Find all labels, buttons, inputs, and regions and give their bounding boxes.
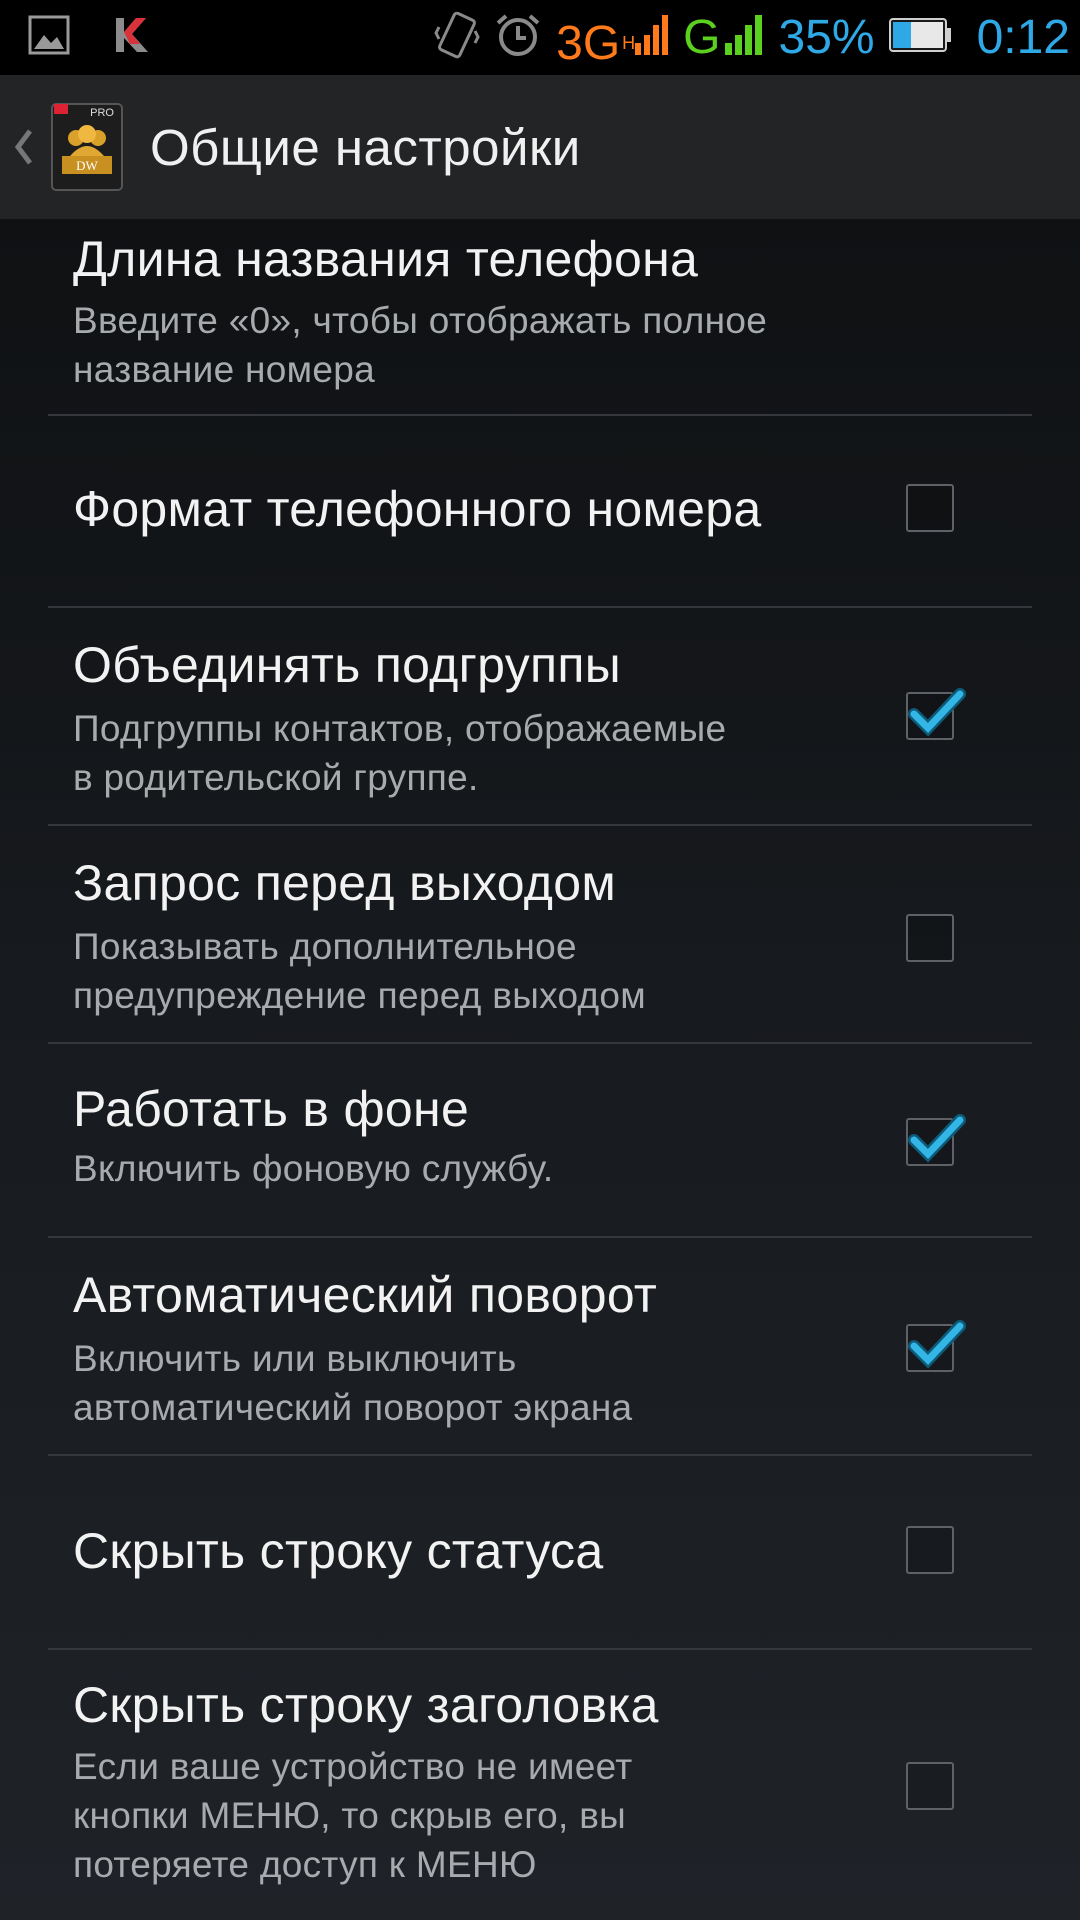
pref-checkbox[interactable] — [906, 1114, 966, 1166]
network-g: G — [683, 11, 721, 64]
vibrate-icon — [434, 9, 480, 66]
battery-percent: 35% — [778, 11, 875, 64]
network-3g: 3G H — [556, 17, 636, 70]
pref-checkbox[interactable] — [906, 688, 966, 740]
checkmark-icon — [908, 688, 966, 737]
battery-icon — [888, 17, 953, 58]
app-icon[interactable]: DW PRO — [48, 100, 126, 194]
pref-title: Длина названия телефона — [73, 231, 699, 287]
pref-phone-number-format[interactable]: Формат телефонного номера — [48, 416, 1032, 608]
pref-summary: Показывать дополнительное предупреждение… — [73, 926, 647, 1016]
status-bar: 3G H G 35% 0:12 — [0, 0, 1080, 75]
pref-summary: Включить или выключить автоматический по… — [73, 1338, 633, 1428]
pref-auto-rotate[interactable]: Автоматический поворот Включить или выкл… — [48, 1238, 1032, 1456]
pref-title: Автоматический поворот — [73, 1267, 658, 1323]
svg-text:DW: DW — [76, 158, 98, 173]
signal-icon — [724, 13, 765, 62]
pref-summary: Включить фоновую службу. — [73, 1148, 554, 1189]
pref-title: Объединять подгруппы — [73, 637, 621, 693]
gallery-icon — [28, 15, 70, 60]
pref-title: Работать в фоне — [73, 1081, 470, 1137]
pref-checkbox[interactable] — [906, 914, 954, 962]
checkmark-icon — [908, 1114, 966, 1163]
pref-title: Скрыть строку статуса — [73, 1523, 604, 1579]
pref-hide-title-bar[interactable]: Скрыть строку заголовка Если ваше устрой… — [48, 1650, 1032, 1920]
pref-checkbox[interactable] — [906, 1320, 966, 1372]
pref-run-in-background[interactable]: Работать в фоне Включить фоновую службу. — [48, 1044, 1032, 1238]
pref-title: Скрыть строку заголовка — [73, 1677, 659, 1733]
pref-merge-subgroups[interactable]: Объединять подгруппы Подгруппы контактов… — [48, 608, 1032, 826]
clock: 0:12 — [976, 11, 1070, 64]
pref-summary: Если ваше устройство не имеет кнопки МЕН… — [73, 1746, 633, 1885]
pref-title: Запрос перед выходом — [73, 855, 617, 911]
back-chevron-icon[interactable] — [0, 75, 46, 220]
checkmark-icon — [908, 1320, 966, 1369]
alarm-icon — [494, 11, 542, 64]
pref-confirm-exit[interactable]: Запрос перед выходом Показывать дополнит… — [48, 826, 1032, 1044]
action-bar: DW PRO Общие настройки — [0, 75, 1080, 220]
pref-summary: Подгруппы контактов, отображаемые в роди… — [73, 708, 727, 798]
svg-text:PRO: PRO — [90, 107, 114, 119]
pref-phone-name-length[interactable]: Длина названия телефона Введите «0», что… — [48, 220, 1032, 416]
page-title: Общие настройки — [150, 118, 581, 176]
pref-checkbox[interactable] — [906, 1762, 954, 1810]
pref-summary: Введите «0», чтобы отображать полное наз… — [73, 300, 768, 390]
signal-icon — [635, 13, 669, 62]
pref-title: Формат телефонного номера — [73, 481, 762, 537]
pref-checkbox[interactable] — [906, 1526, 954, 1574]
pref-hide-status-bar[interactable]: Скрыть строку статуса — [48, 1456, 1032, 1650]
kaspersky-icon — [110, 14, 154, 61]
settings-list[interactable]: Длина названия телефона Введите «0», что… — [0, 220, 1080, 1920]
pref-checkbox[interactable] — [906, 484, 954, 532]
